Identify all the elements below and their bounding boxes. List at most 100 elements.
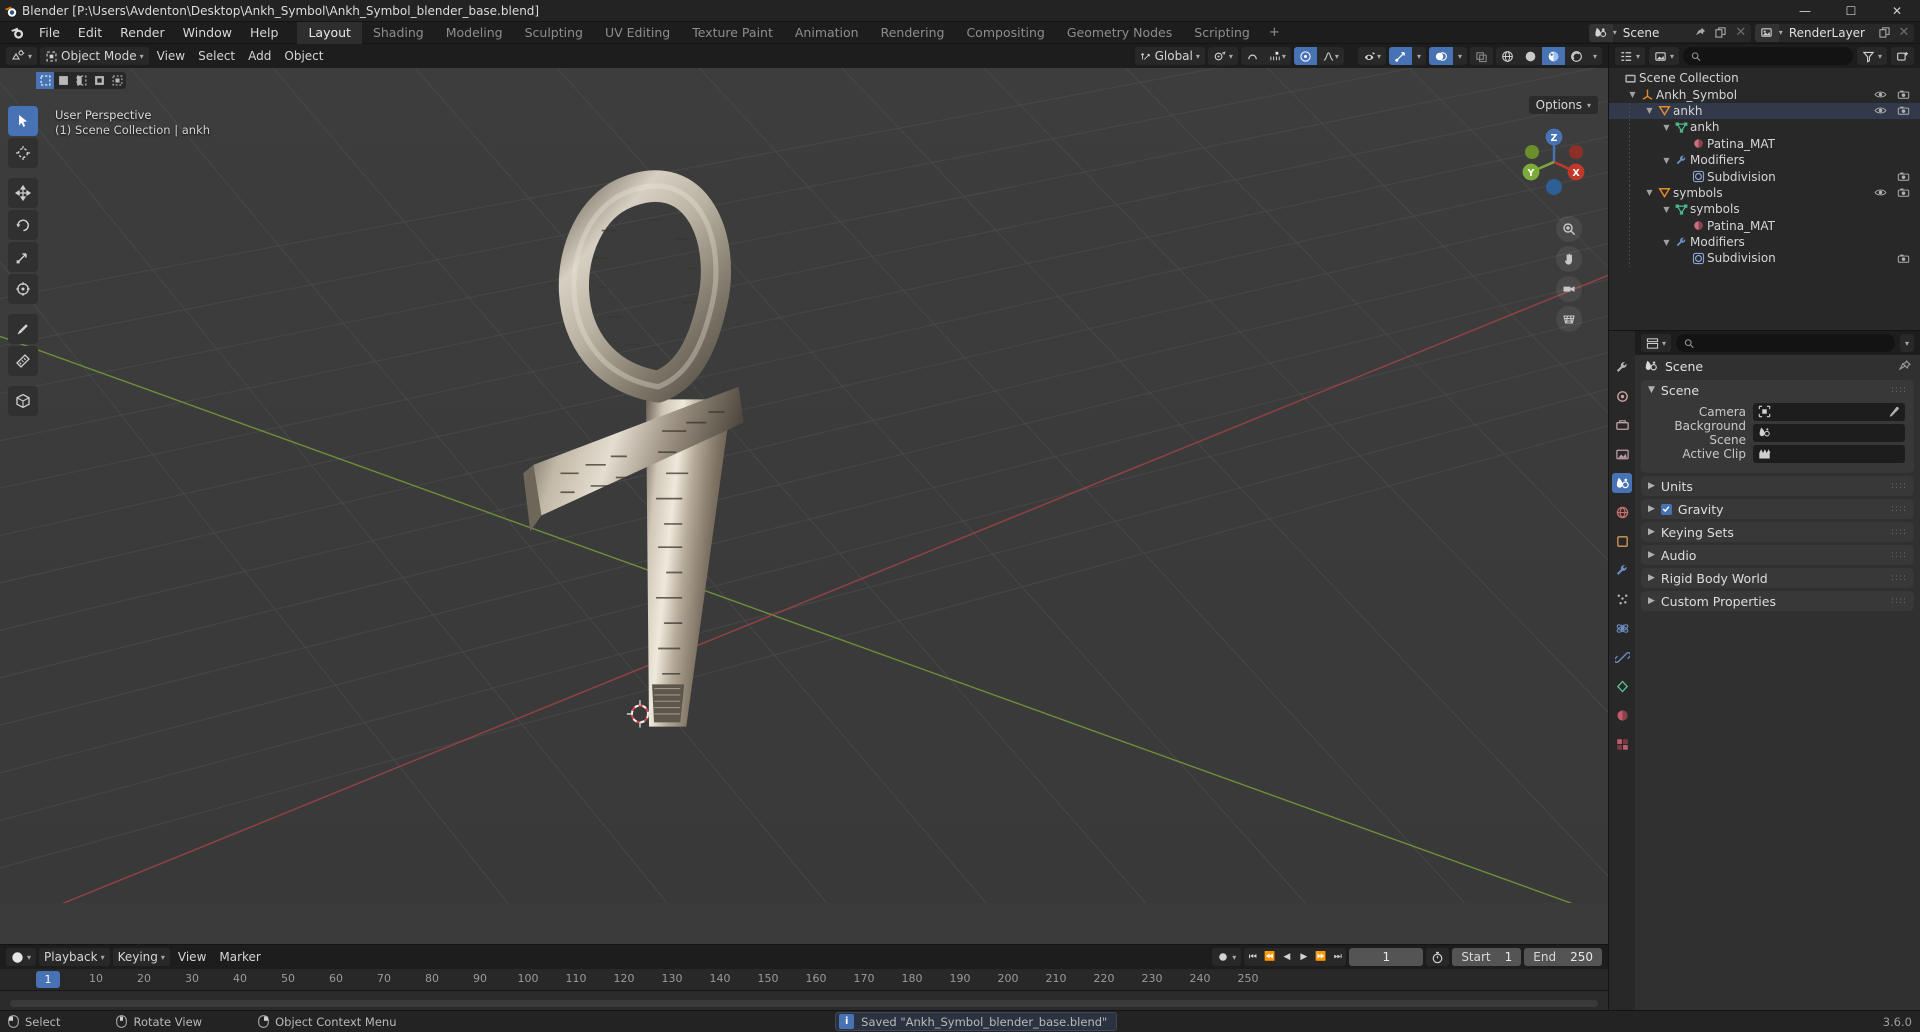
timeline-menu-keying[interactable]: Keying ▾ [112, 948, 170, 966]
timeline-horizontal-scrollbar[interactable] [10, 1000, 1598, 1007]
menu-help[interactable]: Help [241, 24, 288, 42]
data-tab[interactable] [1612, 676, 1632, 696]
object-visibility-selector[interactable]: ▾ [1358, 47, 1386, 65]
tool-tab[interactable] [1612, 357, 1632, 377]
outliner-row-symbols[interactable]: ▼ symbols [1609, 184, 1920, 202]
jump-to-end-button[interactable]: ⏭ [1329, 948, 1346, 966]
outliner-editor-type-selector[interactable]: ▾ [1615, 47, 1646, 65]
outliner-filter-button[interactable]: ▾ [1856, 47, 1887, 65]
zoom-icon[interactable] [1556, 216, 1582, 242]
viewport-menu-add[interactable]: Add [243, 47, 276, 65]
play-button[interactable]: ▶ [1295, 948, 1312, 966]
move-tool[interactable] [8, 178, 38, 208]
outliner-row-ankh-symbol[interactable]: ▼ Ankh_Symbol [1609, 86, 1920, 102]
proportional-edit-toggle[interactable] [1293, 47, 1317, 65]
chevron-down-icon[interactable]: ▼ [1648, 385, 1655, 395]
pin-icon[interactable] [1899, 360, 1911, 372]
disclosure-triangle[interactable]: ▼ [1643, 188, 1656, 197]
timeline-menu-playback[interactable]: Playback ▾ [39, 948, 110, 966]
material-preview-shading-button[interactable] [1541, 47, 1565, 65]
close-button[interactable]: ✕ [1874, 0, 1920, 22]
play-reverse-button[interactable]: ◀ [1278, 948, 1295, 966]
outliner-row-symbols[interactable]: ▼ symbols [1609, 201, 1920, 218]
show-overlays-toggle[interactable] [1428, 47, 1453, 65]
new-scene-icon[interactable] [1711, 24, 1731, 42]
view-layer-tab[interactable] [1612, 444, 1632, 464]
outliner-new-collection-button[interactable] [1891, 47, 1914, 65]
outliner-row-modifiers[interactable]: ▼ Modifiers [1609, 151, 1920, 169]
panel-drag-handle[interactable]: :::: [1891, 505, 1907, 514]
properties-search-input[interactable] [1699, 336, 1887, 350]
background-scene-field[interactable] [1753, 423, 1905, 442]
scene-selector[interactable]: ▾ Scene ✕ [1588, 23, 1751, 42]
measure-tool[interactable] [8, 346, 38, 376]
proportional-falloff-selector[interactable]: ▾ [1317, 47, 1344, 65]
view-layer-selector[interactable]: ▾ RenderLayer ✕ [1754, 23, 1914, 42]
material-tab[interactable] [1612, 705, 1632, 725]
panel-header[interactable]: ▶ Custom Properties:::: [1641, 591, 1914, 611]
end-frame-field[interactable]: End 250 [1524, 948, 1602, 966]
menu-file[interactable]: File [30, 24, 69, 42]
outliner-row-subdivision[interactable]: Subdivision [1609, 250, 1920, 267]
select-difference-button[interactable] [90, 72, 108, 89]
outliner-row-patina-mat[interactable]: Patina_MAT [1609, 217, 1920, 234]
scene-tab[interactable] [1612, 473, 1632, 493]
pan-hand-icon[interactable] [1556, 246, 1582, 272]
panel-checkbox[interactable] [1660, 503, 1672, 515]
outliner-search-input[interactable] [1705, 49, 1845, 63]
outliner-tree[interactable]: Scene Collection ▼ Ankh_Symbol ▼ ankh ▼ ankh Pa… [1609, 68, 1920, 330]
timeline-ruler[interactable]: 10 20 30 40 50 60 70 80 90 100 110 120 130 140 150 160 1… [0, 969, 1608, 991]
outliner-row-ankh[interactable]: ▼ ankh [1609, 102, 1920, 120]
toggle-xray-button[interactable] [1469, 47, 1493, 65]
disclosure-triangle[interactable]: ▼ [1643, 106, 1656, 115]
outliner-row-scene-collection[interactable]: Scene Collection [1609, 70, 1920, 86]
panel-header[interactable]: ▼ Scene:::: [1641, 380, 1914, 400]
disable-in-renders-icon[interactable] [1897, 253, 1910, 264]
output-tab[interactable] [1612, 415, 1632, 435]
annotate-tool[interactable] [8, 314, 38, 344]
jump-to-start-button[interactable]: ⏮ [1244, 948, 1261, 966]
hide-in-viewport-icon[interactable] [1874, 89, 1887, 100]
panel-header[interactable]: ▶ Keying Sets:::: [1641, 522, 1914, 542]
transform-orientation-selector[interactable]: Global ▾ [1134, 47, 1205, 65]
workspace-tab-uv-editing[interactable]: UV Editing [594, 22, 681, 44]
outliner-row-ankh[interactable]: ▼ ankh [1609, 119, 1920, 136]
maximize-button[interactable]: ☐ [1828, 0, 1874, 22]
scale-tool[interactable] [8, 242, 38, 272]
gizmo-options-selector[interactable]: ▾ [1412, 47, 1426, 65]
toggle-perspective-icon[interactable] [1556, 306, 1582, 332]
disclosure-triangle[interactable]: ▼ [1660, 238, 1673, 247]
editor-type-selector[interactable]: ▾ [6, 47, 38, 65]
chevron-right-icon[interactable]: ▶ [1648, 527, 1655, 537]
workspace-tab-scripting[interactable]: Scripting [1183, 22, 1261, 44]
object-mode-selector[interactable]: Object Mode ▾ [40, 47, 149, 65]
select-extend-button[interactable] [54, 72, 72, 89]
remove-view-layer-icon[interactable]: ✕ [1894, 24, 1914, 42]
timeline-menu-marker[interactable]: Marker [214, 948, 265, 966]
eyedropper-icon[interactable] [1888, 406, 1900, 418]
add-workspace-button[interactable]: + [1261, 25, 1288, 40]
object-tab[interactable] [1612, 531, 1632, 551]
render-tab[interactable] [1612, 386, 1632, 406]
minimize-button[interactable]: — [1782, 0, 1828, 22]
chevron-right-icon[interactable]: ▶ [1648, 504, 1655, 514]
workspace-tab-geometry-nodes[interactable]: Geometry Nodes [1056, 22, 1183, 44]
texture-tab[interactable] [1612, 734, 1632, 754]
add-cube-tool[interactable] [8, 386, 38, 416]
show-gizmo-toggle[interactable] [1388, 47, 1412, 65]
chevron-right-icon[interactable]: ▶ [1648, 596, 1655, 606]
disclosure-triangle[interactable]: ▼ [1626, 90, 1639, 99]
outliner-display-mode-selector[interactable]: ▾ [1649, 47, 1680, 65]
chevron-right-icon[interactable]: ▶ [1648, 550, 1655, 560]
properties-options-button[interactable]: ▾ [1899, 334, 1914, 352]
use-preview-range-button[interactable] [1426, 948, 1450, 966]
outliner-search-box[interactable] [1683, 47, 1853, 65]
panel-header[interactable]: ▶ Rigid Body World:::: [1641, 568, 1914, 588]
panel-drag-handle[interactable]: :::: [1891, 597, 1907, 606]
workspace-tab-texture-paint[interactable]: Texture Paint [681, 22, 784, 44]
disable-in-renders-icon[interactable] [1897, 171, 1910, 182]
viewport-menu-object[interactable]: Object [279, 47, 328, 65]
panel-drag-handle[interactable]: :::: [1891, 528, 1907, 537]
disable-in-renders-icon[interactable] [1897, 105, 1910, 116]
workspace-tab-layout[interactable]: Layout [297, 21, 362, 44]
